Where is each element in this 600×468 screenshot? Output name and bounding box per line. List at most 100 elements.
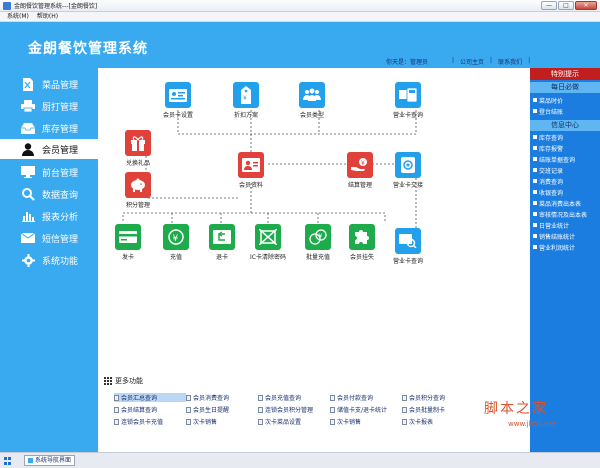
header-links: | 公司主页 | 联系我们 | [452, 57, 531, 66]
right-panel: 特别提示 每日必做 菜品时价 登台结账 信息中心 库存查询 库存报警 结账单据查… [530, 68, 600, 452]
yen-coin-icon: ¥ [163, 224, 189, 250]
business-card-search-node[interactable]: 营业卡查询 [388, 228, 428, 268]
more-function-item[interactable]: 会员批量制卡 [402, 405, 474, 414]
member-flow-diagram: 会员卡设置 ¥ 折扣方案 会员类型 营业卡查询 兑换礼品 积分管理 会员资料 ¥… [98, 68, 530, 368]
bullet-icon [533, 157, 537, 161]
info-center-item[interactable]: 消费查询 [530, 176, 600, 186]
sidebar-item-inventory[interactable]: 库存管理 [0, 118, 98, 138]
issue-card-node[interactable]: 发卡 [108, 224, 148, 264]
ic-card-password-node[interactable]: IC卡清除密码 [248, 224, 288, 264]
more-function-item[interactable]: 次卡销售 [186, 417, 258, 426]
document-icon [186, 406, 191, 413]
nav-interface-tab[interactable]: 系统导航界面 [24, 455, 76, 466]
sidebar-item-front-desk[interactable]: 前台管理 [0, 162, 98, 182]
document-icon [258, 418, 263, 425]
info-center-item[interactable]: 结账单据查询 [530, 154, 600, 164]
welcome-text: 你天是：管理员 [386, 59, 429, 66]
info-center-item[interactable]: 库存查询 [530, 132, 600, 142]
users-group-icon [299, 82, 325, 108]
bullet-icon [533, 223, 537, 227]
document-icon [402, 406, 407, 413]
sidebar-item-dishes[interactable]: 菜品管理 [0, 74, 98, 94]
start-grid-icon[interactable] [4, 457, 12, 465]
bullet-icon [533, 245, 537, 249]
maximize-button[interactable]: □ [558, 1, 574, 10]
discount-plan-node[interactable]: ¥ 折扣方案 [226, 82, 266, 122]
window-controls: — □ ✕ [541, 1, 597, 10]
more-function-item[interactable]: 次卡销售 [330, 417, 402, 426]
app-header: 金朗餐饮管理系统 你天是：管理员 | 公司主页 | 联系我们 | [0, 22, 600, 68]
envelope-icon [21, 231, 35, 245]
member-type-node[interactable]: 会员类型 [292, 82, 332, 122]
member-card-setup-node[interactable]: 会员卡设置 [158, 82, 198, 122]
contact-us-link[interactable]: 联系我们 [498, 57, 522, 66]
sidebar: 菜品管理 厨打管理 库存管理 会员管理 前台管理 数据查询 报表分析 短信管理 … [0, 68, 98, 452]
more-function-item[interactable]: 次卡报表 [402, 417, 474, 426]
daily-task-item[interactable]: 菜品时价 [530, 95, 600, 105]
bullet-icon [533, 234, 537, 238]
grid-icon [104, 377, 112, 385]
info-center-item[interactable]: 收银查询 [530, 187, 600, 197]
daily-tasks-header: 每日必做 [530, 82, 600, 93]
document-icon [114, 394, 119, 401]
settle-manage-node[interactable]: ¥ 结算管理 [340, 152, 380, 192]
company-homepage-link[interactable]: 公司主页 [460, 57, 484, 66]
info-center-item[interactable]: 交班记录 [530, 165, 600, 175]
more-function-item[interactable]: 连锁会员积分管理 [258, 405, 330, 414]
more-function-item[interactable]: 会员付款查询 [330, 393, 402, 402]
app-icon [3, 2, 11, 10]
puzzle-icon [349, 224, 375, 250]
sidebar-item-data-query[interactable]: 数据查询 [0, 184, 98, 204]
document-icon [330, 394, 335, 401]
member-report-loss-node[interactable]: 会员挂失 [342, 224, 382, 264]
info-center-item[interactable]: 日营业统计 [530, 220, 600, 230]
info-center-item[interactable]: 菜品消费出本表 [530, 198, 600, 208]
info-center-item[interactable]: 营业利润统计 [530, 242, 600, 252]
bullet-icon [533, 135, 537, 139]
member-info-node[interactable]: 会员资料 [231, 152, 271, 192]
document-icon [114, 418, 119, 425]
sidebar-item-kitchen-print[interactable]: 厨打管理 [0, 96, 98, 116]
gift-redeem-node[interactable]: 兑换礼品 [118, 130, 158, 170]
more-function-item[interactable]: 会员积分查询 [402, 393, 474, 402]
more-function-item[interactable]: 储值卡支/退卡统计 [330, 405, 402, 414]
more-functions-header: 更多功能 [104, 376, 143, 386]
gift-icon [125, 130, 151, 156]
document-icon [114, 406, 119, 413]
business-card-interface-node[interactable]: 营业卡交接 [388, 152, 428, 192]
info-center-item[interactable]: 库存报警 [530, 143, 600, 153]
sidebar-item-members[interactable]: 会员管理 [0, 139, 98, 159]
more-function-item[interactable]: 会员消费查询 [186, 393, 258, 402]
return-card-node[interactable]: 退卡 [202, 224, 242, 264]
watermark-title: 脚本之家 [484, 401, 548, 417]
hand-coin-icon: ¥ [347, 152, 373, 178]
sidebar-item-report-analysis[interactable]: 报表分析 [0, 206, 98, 226]
more-function-item[interactable]: 会员汇总查询 [114, 393, 186, 402]
info-center-item[interactable]: 销售结账统计 [530, 231, 600, 241]
menu-system[interactable]: 系统(M) [7, 12, 29, 21]
more-function-item[interactable]: 会员生日提醒 [186, 405, 258, 414]
member-profile-icon [238, 152, 264, 178]
minimize-button[interactable]: — [541, 1, 557, 10]
bullet-icon [533, 98, 537, 102]
menubar: 系统(M) 帮助(H) [0, 12, 600, 22]
coins-stack-icon: ¥ [305, 224, 331, 250]
daily-task-item[interactable]: 登台结账 [530, 106, 600, 116]
document-icon [186, 394, 191, 401]
recharge-node[interactable]: ¥ 充值 [156, 224, 196, 264]
info-center-item[interactable]: 审核情况及出本表 [530, 209, 600, 219]
close-button[interactable]: ✕ [575, 1, 597, 10]
bullet-icon [533, 190, 537, 194]
more-function-item[interactable]: 次卡菜品设置 [258, 417, 330, 426]
more-function-item[interactable]: 连锁会员卡充值 [114, 417, 186, 426]
more-function-item[interactable]: 会员结算查询 [114, 405, 186, 414]
more-function-item[interactable]: 会员充值查询 [258, 393, 330, 402]
id-card-icon [165, 82, 191, 108]
svg-text:¥: ¥ [173, 234, 179, 244]
sidebar-item-system[interactable]: 系统功能 [0, 250, 98, 270]
sidebar-item-sms[interactable]: 短信管理 [0, 228, 98, 248]
business-card-query-node[interactable]: 营业卡查询 [388, 82, 428, 122]
points-manage-node[interactable]: 积分管理 [118, 172, 158, 212]
bullet-icon [533, 201, 537, 205]
menu-help[interactable]: 帮助(H) [37, 12, 58, 21]
